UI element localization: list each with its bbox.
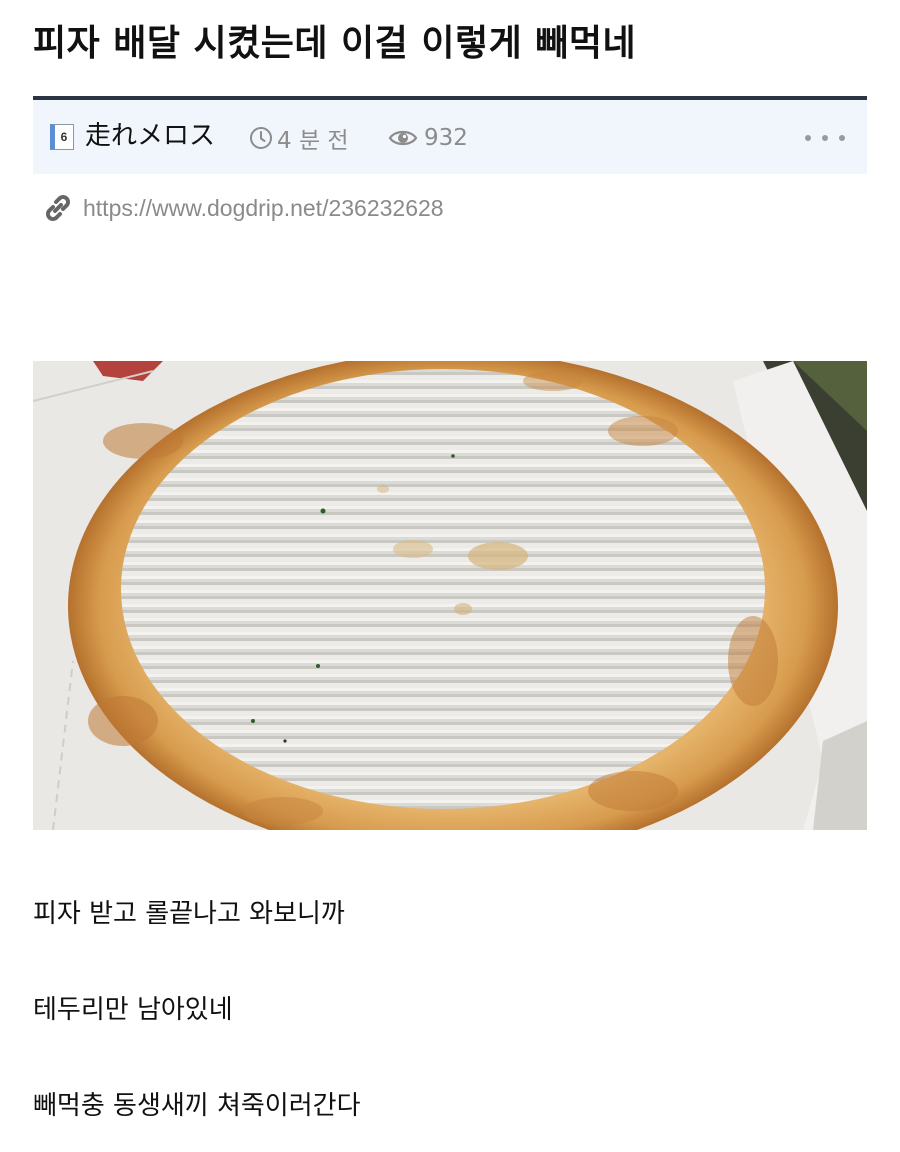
post-time: 4 분 전	[249, 122, 349, 154]
more-dot	[805, 135, 811, 141]
post-views: 932	[388, 122, 468, 154]
author-name[interactable]: 走れメロス	[85, 118, 215, 154]
post-body-line: 피자 받고 롤끝나고 와보니까	[33, 899, 345, 929]
post-link-row: https://www.dogdrip.net/236232628	[41, 190, 444, 226]
more-icon[interactable]	[805, 122, 845, 154]
clock-icon	[250, 127, 272, 149]
level-badge-icon: 6	[50, 124, 74, 150]
more-dot	[839, 135, 845, 141]
time-ago-text: 4 분 전	[277, 128, 349, 154]
post-title: 피자 배달 시켰는데 이걸 이렇게 빼먹네	[33, 23, 637, 64]
more-dot	[822, 135, 828, 141]
view-count: 932	[424, 125, 468, 151]
post-meta-bar: 6 走れメロス 4 분 전 932	[33, 96, 867, 174]
post-permalink[interactable]: https://www.dogdrip.net/236232628	[83, 195, 444, 222]
post-body-line: 테두리만 남아있네	[33, 995, 233, 1025]
post-image	[33, 361, 867, 830]
eye-icon	[388, 130, 418, 146]
link-icon	[46, 195, 70, 221]
post-body-line: 빼먹충 동생새끼 쳐죽이러간다	[33, 1091, 361, 1121]
